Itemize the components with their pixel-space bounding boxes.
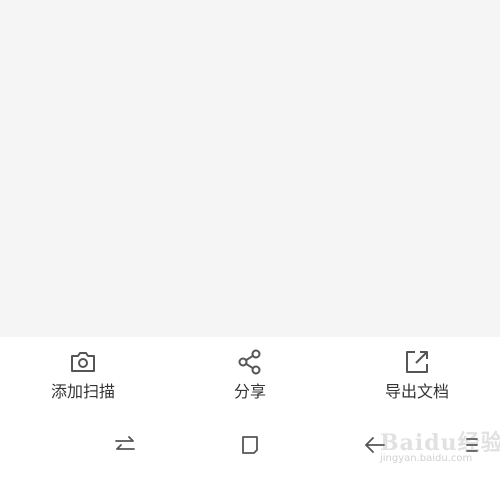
switch-app-button[interactable]	[105, 425, 145, 465]
menu-button[interactable]	[450, 425, 490, 465]
document-preview-area	[0, 0, 500, 337]
back-button[interactable]	[355, 425, 395, 465]
add-scan-button[interactable]: 添加扫描	[23, 347, 143, 407]
export-document-button[interactable]: 导出文档	[357, 347, 477, 407]
export-document-label: 导出文档	[384, 382, 449, 401]
share-label: 分享	[233, 382, 266, 401]
home-button[interactable]	[230, 425, 270, 465]
menu-lines-icon	[466, 438, 478, 452]
add-scan-label: 添加扫描	[50, 382, 115, 401]
export-icon	[406, 351, 428, 373]
square-home-icon	[242, 436, 258, 454]
back-arrow-icon	[365, 437, 385, 453]
camera-icon	[71, 352, 95, 372]
system-navigation-bar	[0, 425, 500, 469]
share-icon	[238, 349, 261, 375]
action-bar: 添加扫描 分享 导出文档	[0, 337, 500, 417]
swap-arrows-icon	[115, 436, 135, 450]
share-button[interactable]: 分享	[190, 347, 310, 407]
bottom-panel: 添加扫描 分享 导出文档 Baidu经验 jingyan.baidu.com	[0, 337, 500, 479]
